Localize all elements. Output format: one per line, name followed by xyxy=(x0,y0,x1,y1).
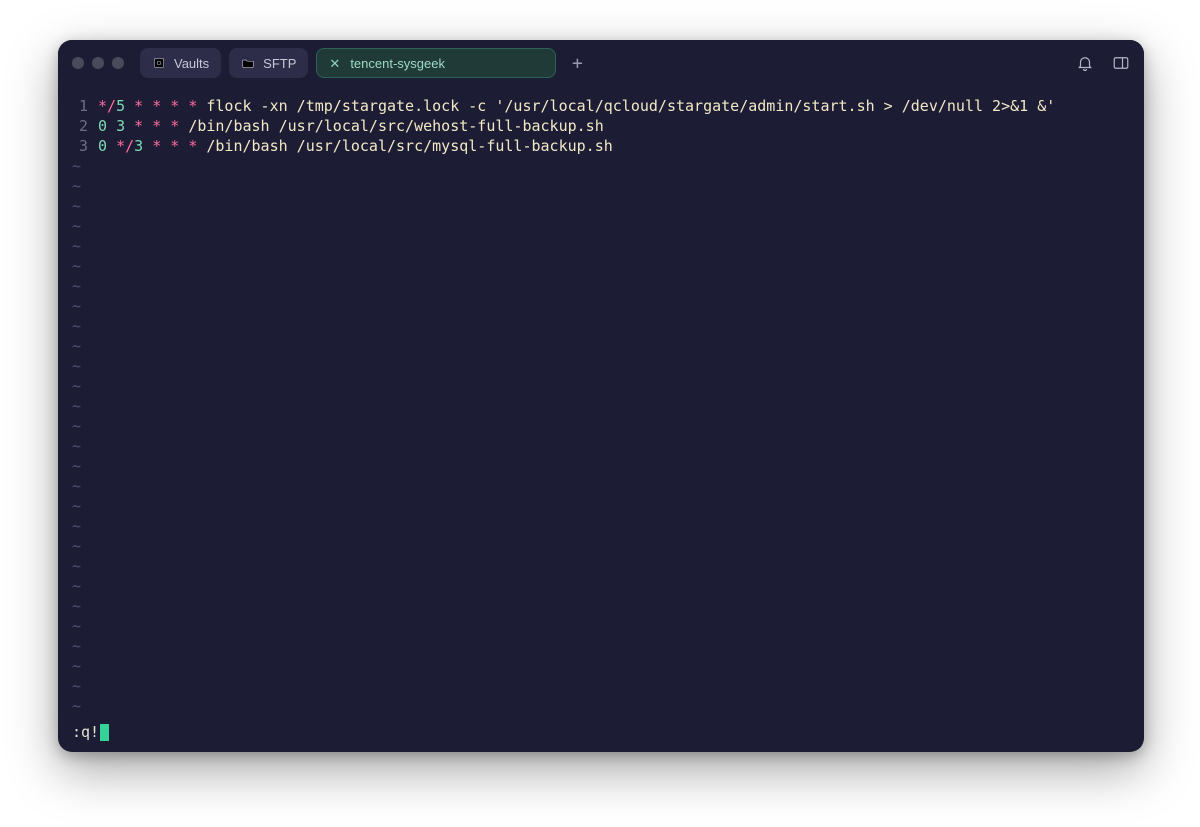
empty-line-tilde: ~ xyxy=(58,176,1144,196)
close-dot[interactable] xyxy=(72,57,84,69)
editor-area[interactable]: 1 */5 * * * * flock -xn /tmp/stargate.loc… xyxy=(58,86,1144,752)
empty-line-tilde: ~ xyxy=(58,336,1144,356)
empty-line-tilde: ~ xyxy=(58,656,1144,676)
new-tab-button[interactable]: + xyxy=(564,50,590,76)
zoom-dot[interactable] xyxy=(112,57,124,69)
folder-icon xyxy=(241,56,255,70)
code-text: 0 */3 * * * /bin/bash /usr/local/src/mys… xyxy=(98,136,613,156)
traffic-lights xyxy=(72,57,124,69)
empty-line-tilde: ~ xyxy=(58,276,1144,296)
empty-line-tilde: ~ xyxy=(58,376,1144,396)
terminal-window: Vaults SFTP ✕ tencent-sysgeek + 1 */5 * *… xyxy=(58,40,1144,752)
empty-line-tilde: ~ xyxy=(58,356,1144,376)
empty-line-tilde: ~ xyxy=(58,676,1144,696)
vim-command-line[interactable]: :q! xyxy=(72,722,109,742)
close-icon[interactable]: ✕ xyxy=(329,57,340,70)
titlebar: Vaults SFTP ✕ tencent-sysgeek + xyxy=(58,40,1144,86)
tab-active[interactable]: ✕ tencent-sysgeek xyxy=(316,48,556,78)
empty-line-tilde: ~ xyxy=(58,236,1144,256)
cursor xyxy=(100,724,109,741)
empty-line-tilde: ~ xyxy=(58,576,1144,596)
empty-line-tilde: ~ xyxy=(58,456,1144,476)
empty-line-tilde: ~ xyxy=(58,316,1144,336)
empty-line-tilde: ~ xyxy=(58,396,1144,416)
empty-line-tilde: ~ xyxy=(58,196,1144,216)
empty-line-tilde: ~ xyxy=(58,296,1144,316)
tab-active-label: tencent-sysgeek xyxy=(350,56,445,71)
empty-line-tilde: ~ xyxy=(58,156,1144,176)
code-line: 1 */5 * * * * flock -xn /tmp/stargate.loc… xyxy=(58,96,1144,116)
empty-line-tilde: ~ xyxy=(58,516,1144,536)
empty-line-tilde: ~ xyxy=(58,536,1144,556)
vaults-icon xyxy=(152,56,166,70)
line-number: 3 xyxy=(72,136,88,156)
empty-line-tilde: ~ xyxy=(58,216,1144,236)
vaults-label: Vaults xyxy=(174,56,209,71)
code-text: */5 * * * * flock -xn /tmp/stargate.lock… xyxy=(98,96,1055,116)
code-line: 3 0 */3 * * * /bin/bash /usr/local/src/my… xyxy=(58,136,1144,156)
empty-line-tilde: ~ xyxy=(58,256,1144,276)
line-number: 1 xyxy=(72,96,88,116)
panel-icon[interactable] xyxy=(1112,54,1130,72)
empty-line-tilde: ~ xyxy=(58,416,1144,436)
empty-line-tilde: ~ xyxy=(58,616,1144,636)
code-text: 0 3 * * * /bin/bash /usr/local/src/wehos… xyxy=(98,116,604,136)
sftp-label: SFTP xyxy=(263,56,296,71)
empty-line-tilde: ~ xyxy=(58,496,1144,516)
minimize-dot[interactable] xyxy=(92,57,104,69)
empty-line-tilde: ~ xyxy=(58,476,1144,496)
line-number: 2 xyxy=(72,116,88,136)
code-line: 2 0 3 * * * /bin/bash /usr/local/src/weho… xyxy=(58,116,1144,136)
empty-line-tilde: ~ xyxy=(58,436,1144,456)
empty-line-tilde: ~ xyxy=(58,696,1144,716)
empty-line-tilde: ~ xyxy=(58,596,1144,616)
sftp-pill[interactable]: SFTP xyxy=(229,48,308,78)
empty-line-tilde: ~ xyxy=(58,556,1144,576)
empty-line-tilde: ~ xyxy=(58,636,1144,656)
vim-command-text: :q! xyxy=(72,722,99,742)
bell-icon[interactable] xyxy=(1076,54,1094,72)
vaults-pill[interactable]: Vaults xyxy=(140,48,221,78)
